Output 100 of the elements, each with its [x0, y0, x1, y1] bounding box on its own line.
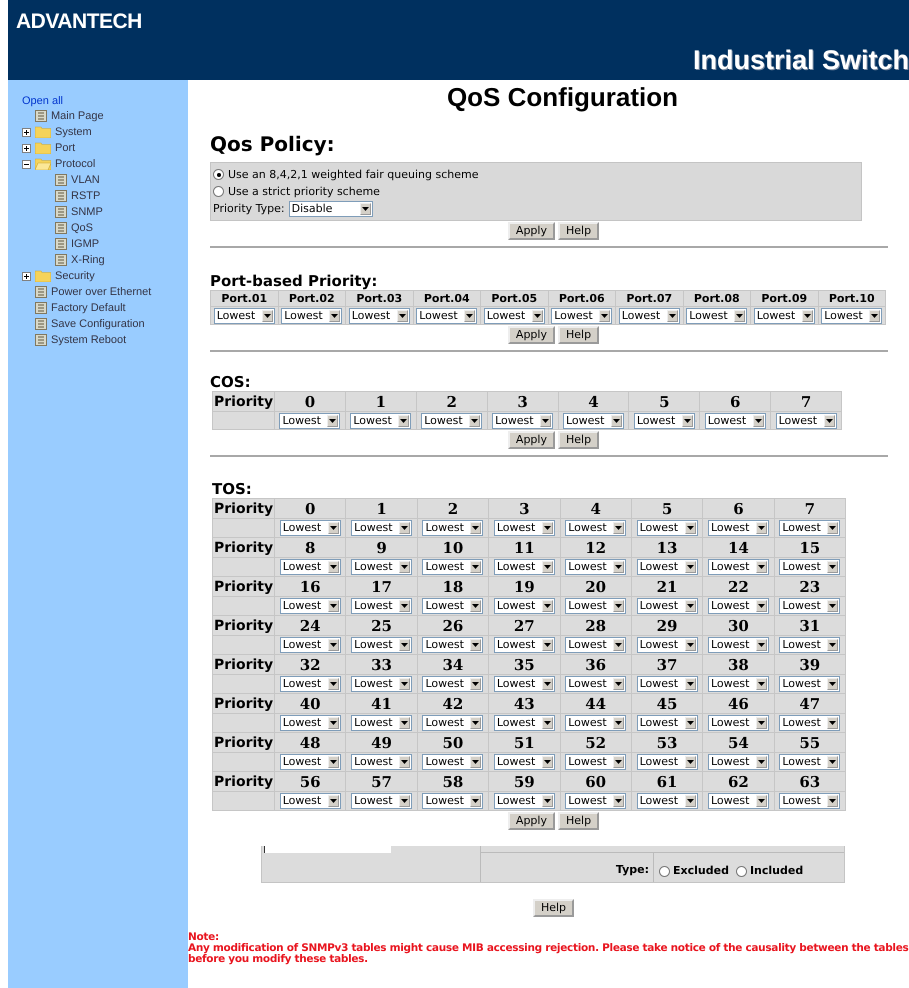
priority-select[interactable]: Lowest [494, 676, 555, 692]
priority-select[interactable]: Lowest [422, 715, 484, 731]
priority-select[interactable]: Lowest [280, 793, 341, 809]
menu-item[interactable]: VLAN [71, 174, 100, 186]
priority-select[interactable]: Lowest [280, 637, 341, 653]
apply-button[interactable]: Apply [508, 812, 555, 830]
priority-select[interactable]: Lowest [708, 520, 769, 536]
apply-button[interactable]: Apply [508, 431, 555, 449]
menu-item[interactable]: SNMP [71, 206, 103, 218]
priority-select[interactable]: Lowest [636, 793, 698, 809]
menu-item[interactable]: Factory Default [51, 302, 126, 314]
priority-select[interactable]: Lowest [351, 676, 412, 692]
expand-icon[interactable] [22, 128, 31, 136]
priority-select[interactable]: Lowest [350, 412, 412, 428]
priority-select[interactable]: Lowest [494, 559, 555, 575]
priority-select[interactable]: Lowest [636, 715, 698, 731]
priority-select[interactable]: Lowest [351, 715, 412, 731]
priority-select[interactable]: Lowest [708, 676, 769, 692]
priority-select[interactable]: Lowest [821, 308, 882, 324]
input-field[interactable] [264, 846, 391, 853]
priority-select[interactable]: Lowest [708, 598, 769, 614]
priority-select[interactable]: Lowest [562, 412, 624, 428]
collapse-icon[interactable] [22, 160, 31, 168]
priority-select[interactable]: Lowest [484, 308, 545, 324]
radio-button[interactable] [659, 866, 670, 877]
expand-icon[interactable] [22, 272, 31, 280]
priority-select[interactable]: Lowest [422, 598, 484, 614]
priority-select[interactable]: Lowest [779, 793, 840, 809]
priority-select[interactable]: Lowest [422, 520, 484, 536]
menu-item[interactable]: Main Page [51, 110, 104, 122]
priority-select[interactable]: Lowest [280, 754, 341, 770]
priority-select[interactable]: Lowest [351, 559, 412, 575]
priority-select[interactable]: Lowest [565, 754, 626, 770]
priority-select[interactable]: Lowest [565, 676, 626, 692]
menu-item[interactable]: Power over Ethernet [51, 286, 152, 298]
priority-select[interactable]: Lowest [422, 637, 484, 653]
priority-select[interactable]: Lowest [281, 308, 342, 324]
priority-select[interactable]: Lowest [416, 308, 478, 324]
priority-select[interactable]: Lowest [280, 715, 341, 731]
priority-select[interactable]: Lowest [492, 412, 554, 428]
priority-select[interactable]: Lowest [351, 598, 412, 614]
priority-select[interactable]: Lowest [779, 637, 840, 653]
priority-select[interactable]: Lowest [708, 559, 769, 575]
priority-select[interactable]: Lowest [494, 793, 555, 809]
priority-select[interactable]: Lowest [351, 637, 412, 653]
open-all-link[interactable]: Open all [22, 94, 63, 108]
priority-select[interactable]: Lowest [422, 754, 484, 770]
priority-select[interactable]: Lowest [708, 637, 769, 653]
priority-select[interactable]: Lowest [686, 308, 748, 324]
priority-select[interactable]: Lowest [704, 412, 766, 428]
menu-item[interactable]: System [55, 126, 92, 138]
priority-select[interactable]: Lowest [779, 520, 840, 536]
menu-item[interactable]: QoS [71, 222, 94, 234]
priority-select[interactable]: Lowest [214, 308, 275, 324]
menu-item[interactable]: X-Ring [71, 254, 105, 266]
priority-select[interactable]: Lowest [551, 308, 612, 324]
priority-select[interactable]: Lowest [348, 308, 410, 324]
priority-select[interactable]: Lowest [779, 598, 840, 614]
priority-select[interactable]: Lowest [779, 676, 840, 692]
priority-select[interactable]: Lowest [708, 793, 769, 809]
priority-select[interactable]: Lowest [280, 676, 341, 692]
priority-select[interactable]: Lowest [636, 754, 698, 770]
priority-select[interactable]: Lowest [565, 520, 626, 536]
menu-item[interactable]: RSTP [71, 190, 100, 202]
help-button[interactable]: Help [558, 431, 600, 449]
help-button[interactable]: Help [532, 899, 574, 917]
menu-item[interactable]: IGMP [71, 238, 100, 250]
priority-select[interactable]: Lowest [280, 598, 341, 614]
priority-select[interactable]: Lowest [565, 715, 626, 731]
priority-select[interactable]: Lowest [565, 793, 626, 809]
menu-item[interactable]: Security [55, 270, 95, 282]
priority-select[interactable]: Lowest [565, 559, 626, 575]
help-button[interactable]: Help [558, 326, 600, 344]
radio-button[interactable] [213, 169, 224, 180]
priority-select[interactable]: Lowest [494, 637, 555, 653]
priority-select[interactable]: Lowest [279, 412, 340, 428]
priority-select[interactable]: Lowest [422, 793, 484, 809]
menu-item[interactable]: System Reboot [51, 334, 126, 346]
radio-button[interactable] [736, 866, 747, 877]
priority-select[interactable]: Lowest [494, 715, 555, 731]
priority-select[interactable]: Lowest [636, 676, 698, 692]
priority-select[interactable]: Lowest [280, 520, 341, 536]
radio-button[interactable] [213, 186, 224, 197]
priority-select[interactable]: Lowest [636, 598, 698, 614]
priority-select[interactable]: Lowest [494, 754, 555, 770]
priority-select[interactable]: Lowest [351, 793, 412, 809]
priority-select[interactable]: Lowest [636, 520, 698, 536]
priority-select[interactable]: Lowest [776, 412, 837, 428]
priority-select[interactable]: Lowest [421, 412, 482, 428]
priority-select[interactable]: Lowest [618, 308, 680, 324]
priority-select[interactable]: Lowest [754, 308, 815, 324]
menu-item[interactable]: Save Configuration [51, 318, 145, 330]
priority-select[interactable]: Lowest [280, 559, 341, 575]
menu-item[interactable]: Port [55, 142, 76, 154]
priority-select[interactable]: Lowest [494, 520, 555, 536]
priority-select[interactable]: Lowest [636, 637, 698, 653]
priority-select[interactable]: Lowest [494, 598, 555, 614]
priority-select[interactable]: Lowest [351, 754, 412, 770]
apply-button[interactable]: Apply [508, 326, 555, 344]
priority-select[interactable]: Lowest [634, 412, 695, 428]
